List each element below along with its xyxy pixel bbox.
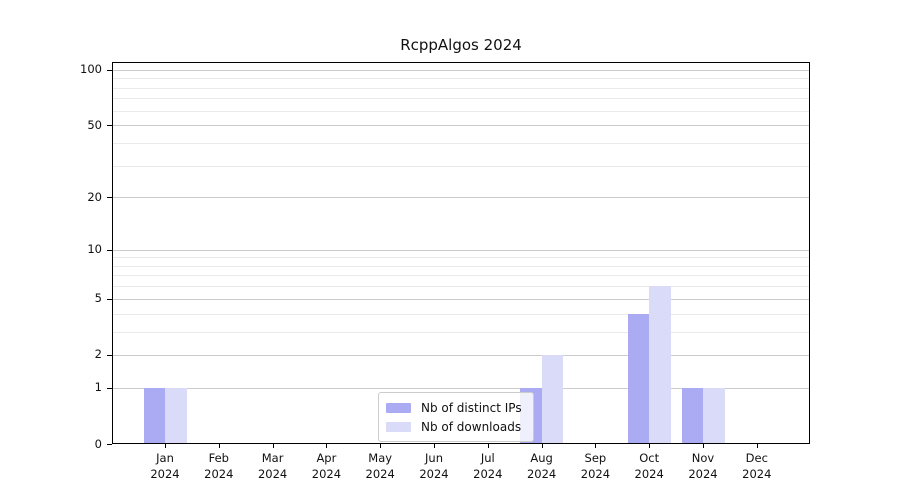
legend-swatch-downloads-icon: [386, 422, 411, 432]
y-axis-tick-label: 10: [58, 242, 102, 257]
x-axis-tick: [649, 444, 650, 448]
legend-label-distinct-ips: Nb of distinct IPs: [421, 401, 522, 415]
bar-distinct-ips-nov: [682, 388, 704, 444]
major-gridline: [112, 197, 810, 198]
x-axis-tick: [542, 444, 543, 448]
minor-gridline: [112, 332, 810, 333]
minor-gridline: [112, 143, 810, 144]
bar-downloads-oct: [649, 286, 671, 444]
y-axis-tick-label: 2: [58, 347, 102, 362]
legend-item-distinct-ips: Nb of distinct IPs: [386, 398, 522, 417]
legend: Nb of distinct IPs Nb of downloads: [378, 392, 534, 442]
y-axis-tick-label: 20: [58, 190, 102, 205]
chart-canvas: { "chart_data": { "type": "bar", "title"…: [0, 0, 900, 500]
y-axis-tick-label: 5: [58, 291, 102, 306]
x-axis-tick: [273, 444, 274, 448]
x-axis-tick: [219, 444, 220, 448]
x-axis-tick: [380, 444, 381, 448]
minor-gridline: [112, 286, 810, 287]
x-axis-tick: [488, 444, 489, 448]
legend-item-downloads: Nb of downloads: [386, 417, 522, 436]
minor-gridline: [112, 78, 810, 79]
minor-gridline: [112, 98, 810, 99]
major-gridline: [112, 250, 810, 251]
axes-frame: [112, 62, 810, 444]
minor-gridline: [112, 111, 810, 112]
minor-gridline: [112, 257, 810, 258]
x-axis-tick: [434, 444, 435, 448]
y-axis-tick: [107, 70, 112, 71]
minor-gridline: [112, 275, 810, 276]
major-gridline: [112, 299, 810, 300]
y-axis-tick-label: 100: [58, 62, 102, 77]
y-axis-tick-label: 1: [58, 380, 102, 395]
x-axis-tick: [595, 444, 596, 448]
major-gridline: [112, 70, 810, 71]
y-axis-tick: [107, 388, 112, 389]
legend-label-downloads: Nb of downloads: [421, 420, 521, 434]
minor-gridline: [112, 88, 810, 89]
x-axis-tick-label: Dec 2024: [725, 451, 789, 482]
y-axis-tick: [107, 197, 112, 198]
x-axis-tick: [165, 444, 166, 448]
major-gridline: [112, 355, 810, 356]
bar-downloads-nov: [703, 388, 725, 444]
legend-swatch-distinct-ips-icon: [386, 403, 411, 413]
y-axis-tick-label: 50: [58, 118, 102, 133]
x-axis-tick: [757, 444, 758, 448]
y-axis-tick: [107, 125, 112, 126]
plot-area: 0125102050100Jan 2024Feb 2024Mar 2024Apr…: [112, 62, 810, 444]
major-gridline: [112, 125, 810, 126]
y-axis-tick: [107, 250, 112, 251]
y-axis-tick-label: 0: [58, 437, 102, 452]
x-axis-tick: [326, 444, 327, 448]
bar-distinct-ips-oct: [628, 314, 650, 445]
bar-distinct-ips-jan: [144, 388, 166, 444]
minor-gridline: [112, 314, 810, 315]
y-axis-tick: [107, 299, 112, 300]
chart-title: RcppAlgos 2024: [112, 36, 810, 54]
minor-gridline: [112, 266, 810, 267]
x-axis-tick: [703, 444, 704, 448]
bar-downloads-aug: [542, 355, 564, 444]
y-axis-tick: [107, 444, 112, 445]
y-axis-tick: [107, 355, 112, 356]
minor-gridline: [112, 166, 810, 167]
bar-downloads-jan: [165, 388, 187, 444]
